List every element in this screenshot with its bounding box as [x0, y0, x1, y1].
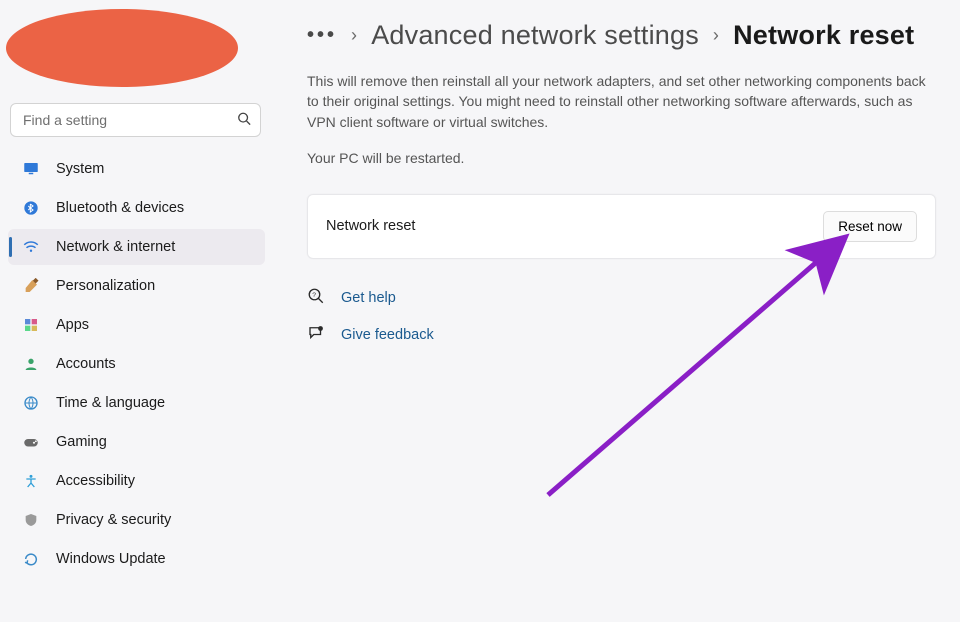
sidebar-item-label: Personalization: [56, 278, 155, 294]
sidebar-item-apps[interactable]: Apps: [8, 307, 265, 343]
page-description: This will remove then reinstall all your…: [307, 71, 936, 132]
reset-now-button[interactable]: Reset now: [823, 211, 917, 242]
breadcrumb-prev[interactable]: Advanced network settings: [371, 20, 699, 51]
sidebar-item-accessibility[interactable]: Accessibility: [8, 463, 265, 499]
sidebar-item-label: System: [56, 161, 104, 177]
help-links: ? Get help Give feedback: [307, 287, 936, 347]
brush-icon: [22, 277, 40, 295]
monitor-icon: [22, 160, 40, 178]
sidebar-item-label: Gaming: [56, 434, 107, 450]
sidebar-item-gaming[interactable]: Gaming: [8, 424, 265, 460]
sidebar-item-personalization[interactable]: Personalization: [8, 268, 265, 304]
sidebar-item-time-language[interactable]: Time & language: [8, 385, 265, 421]
person-icon: [22, 355, 40, 373]
accessibility-icon: [22, 472, 40, 490]
sidebar-item-label: Time & language: [56, 395, 165, 411]
sidebar: System Bluetooth & devices Network & int…: [0, 0, 273, 622]
sidebar-item-accounts[interactable]: Accounts: [8, 346, 265, 382]
sidebar-item-label: Windows Update: [56, 551, 166, 567]
search-input[interactable]: [10, 103, 261, 137]
bluetooth-icon: [22, 199, 40, 217]
give-feedback-link[interactable]: Give feedback: [341, 327, 434, 343]
help-icon: ?: [307, 287, 325, 310]
update-icon: [22, 550, 40, 568]
main-content: ••• › Advanced network settings › Networ…: [273, 0, 960, 622]
wifi-icon: [22, 238, 40, 256]
page-title: Network reset: [733, 20, 914, 51]
chevron-right-icon: ›: [351, 25, 357, 46]
feedback-icon: [307, 324, 325, 347]
sidebar-item-privacy[interactable]: Privacy & security: [8, 502, 265, 538]
sidebar-item-label: Accounts: [56, 356, 116, 372]
sidebar-item-label: Privacy & security: [56, 512, 171, 528]
restart-note: Your PC will be restarted.: [307, 150, 936, 166]
search-container: [10, 103, 261, 137]
sidebar-item-label: Network & internet: [56, 239, 175, 255]
apps-icon: [22, 316, 40, 334]
globe-icon: [22, 394, 40, 412]
sidebar-item-label: Bluetooth & devices: [56, 200, 184, 216]
sidebar-item-network[interactable]: Network & internet: [8, 229, 265, 265]
give-feedback-row[interactable]: Give feedback: [307, 324, 936, 347]
get-help-row[interactable]: ? Get help: [307, 287, 936, 310]
chevron-right-icon: ›: [713, 25, 719, 46]
sidebar-item-label: Apps: [56, 317, 89, 333]
breadcrumb: ••• › Advanced network settings › Networ…: [307, 20, 936, 51]
nav-list: System Bluetooth & devices Network & int…: [6, 151, 267, 580]
get-help-link[interactable]: Get help: [341, 290, 396, 306]
network-reset-card: Network reset Reset now: [307, 194, 936, 259]
user-avatar-redacted: [6, 9, 238, 87]
sidebar-item-bluetooth[interactable]: Bluetooth & devices: [8, 190, 265, 226]
shield-icon: [22, 511, 40, 529]
sidebar-item-windows-update[interactable]: Windows Update: [8, 541, 265, 577]
card-title: Network reset: [326, 218, 415, 234]
search-icon: [237, 112, 251, 129]
sidebar-item-label: Accessibility: [56, 473, 135, 489]
sidebar-item-system[interactable]: System: [8, 151, 265, 187]
gamepad-icon: [22, 433, 40, 451]
svg-text:?: ?: [312, 292, 316, 299]
breadcrumb-more-icon[interactable]: •••: [307, 24, 337, 47]
